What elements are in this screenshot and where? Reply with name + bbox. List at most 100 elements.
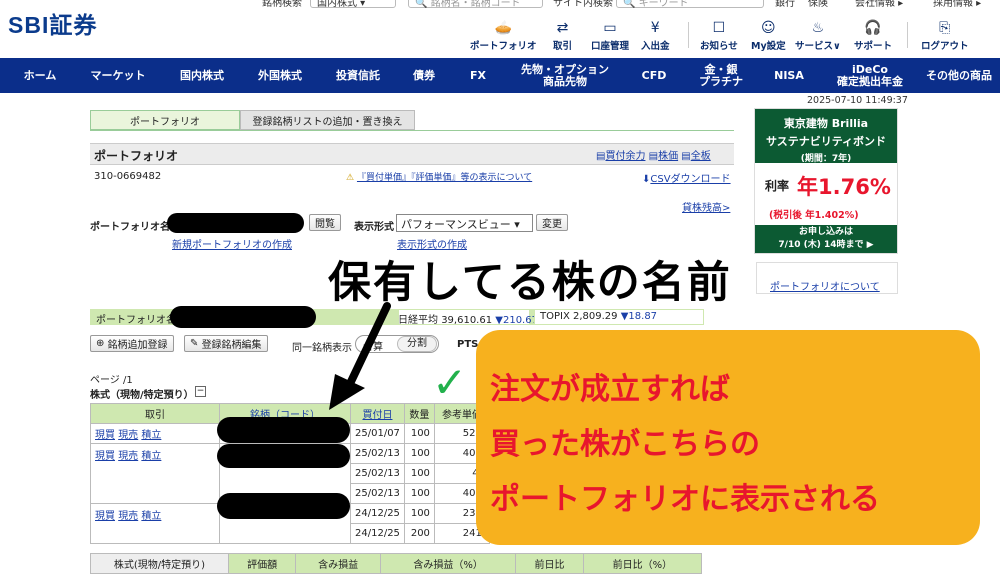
summary-table: 株式(現物/特定預り) 評価額 含み損益 含み損益（%） 前日比 前日比（%） <box>90 553 703 574</box>
display-format-select[interactable]: パフォーマンスビュー ▾ <box>396 214 533 232</box>
insurance-link[interactable]: 保険 <box>808 0 828 9</box>
buy-link[interactable]: 現買 <box>95 451 115 462</box>
nav-domestic-stocks[interactable]: 国内株式 <box>168 58 236 93</box>
summary-col: 含み損益（%） <box>379 553 517 574</box>
tool-label: 口座管理 <box>591 41 630 52</box>
bond-advertisement[interactable]: 東京建物 Brillia サステナビリティボンド (期間：7年) 利率 年1.7… <box>754 108 898 254</box>
nav-fx[interactable]: FX <box>458 58 498 93</box>
buy-date: 24/12/25 <box>350 503 405 524</box>
tab-portfolio[interactable]: ポートフォリオ <box>90 110 240 130</box>
buy-link[interactable]: 現買 <box>95 430 115 441</box>
accumulate-link[interactable]: 積立 <box>141 511 161 522</box>
summary-col: 前日比 <box>515 553 584 574</box>
nav-cfd[interactable]: CFD <box>630 58 678 93</box>
tool-support[interactable]: 🎧 サポート <box>854 20 892 52</box>
col-quantity: 数量 <box>403 403 435 424</box>
tab-add-replace-list[interactable]: 登録銘柄リストの追加・置き換え <box>240 110 415 130</box>
divider <box>688 22 689 48</box>
edit-stocks-button[interactable]: ✎ 登録銘柄編集 <box>184 335 268 352</box>
check-icon: ✓ <box>432 358 468 407</box>
edit-stocks-label: 登録銘柄編集 <box>201 340 262 351</box>
display-format-label: 表示形式 <box>354 222 394 233</box>
about-portfolio-link[interactable]: ポートフォリオについて <box>770 278 880 293</box>
col-trade: 取引 <box>90 403 220 424</box>
user-icon: ☺ <box>761 20 776 36</box>
header-links: ▤買付余力 ▤株価 ▤全板 <box>596 147 711 162</box>
tool-account[interactable]: ▭ 口座管理 <box>591 20 629 52</box>
pie-chart-icon: 🥧 <box>494 20 512 36</box>
tool-my-settings[interactable]: ☺ My設定 <box>751 20 786 52</box>
sbi-logo[interactable]: SBI証券 <box>8 6 97 40</box>
nav-home[interactable]: ホーム <box>10 58 70 93</box>
lending-balance-link[interactable]: 貸株残高> <box>682 199 730 214</box>
tool-services[interactable]: ♨ サービス∨ <box>795 20 841 52</box>
tool-deposit[interactable]: ¥ 入出金 <box>641 20 670 52</box>
chart-icon: ▤ <box>648 151 659 162</box>
nav-futures-options[interactable]: 先物・オプション 商品先物 <box>510 58 620 93</box>
notice-row: ⚠ 『買付単価』『評価単価』等の表示について <box>346 170 532 183</box>
nav-market[interactable]: マーケット <box>82 58 154 93</box>
board-icon: ▤ <box>681 151 691 162</box>
quantity: 100 <box>403 503 435 524</box>
accumulate-link[interactable]: 積立 <box>141 430 161 441</box>
new-portfolio-link[interactable]: 新規ポートフォリオの作成 <box>172 236 292 251</box>
sell-link[interactable]: 現売 <box>118 451 138 462</box>
nav-ideco[interactable]: iDeCo 確定拠出年金 <box>822 58 918 93</box>
summary-col: 評価額 <box>227 553 297 574</box>
bank-link[interactable]: 銀行 <box>775 0 795 9</box>
annotation-box: 注文が成立すれば 買った株がこちらの ポートフォリオに表示される <box>476 330 980 545</box>
add-stock-label: 銘柄追加登録 <box>107 340 168 351</box>
trade-actions: 現買 現売 積立 <box>90 503 220 544</box>
nav-precious-metals[interactable]: 金・銀 プラチナ <box>688 58 754 93</box>
company-info-link[interactable]: 会社情報 ▸ <box>855 0 903 9</box>
site-search-input[interactable]: 🔍 キーワード <box>616 0 764 9</box>
search-category-select[interactable]: 国内株式 ▾ <box>310 0 396 9</box>
buy-link[interactable]: 現買 <box>95 511 115 522</box>
csv-download-link[interactable]: CSVダウンロード <box>650 174 730 185</box>
nav-foreign-stocks[interactable]: 外国株式 <box>246 58 314 93</box>
topix-row: TOPIX 2,809.29 ▼18.87 <box>540 311 657 322</box>
edit-icon: ✎ <box>190 338 202 349</box>
csv-row: ⬇CSVダウンロード <box>642 170 731 185</box>
stock-price-link[interactable]: 株価 <box>658 151 678 162</box>
ad-after-tax: (税引後 年1.402%) <box>769 210 859 221</box>
tool-label: ログアウト <box>921 41 969 52</box>
redacted-portfolio-name-2 <box>170 306 316 328</box>
buying-power-link[interactable]: 買付余力 <box>605 151 645 162</box>
tool-label: サポート <box>854 41 893 52</box>
nav-bonds[interactable]: 債券 <box>404 58 444 93</box>
all-boards-link[interactable]: 全板 <box>691 151 711 162</box>
logout-icon: ⎘ <box>939 20 951 36</box>
ad-line1: 東京建物 Brillia <box>783 117 869 130</box>
redacted-portfolio-name[interactable] <box>167 213 304 233</box>
price-notice-link[interactable]: 『買付単価』『評価単価』等の表示について <box>357 173 532 183</box>
service-icon: ♨ <box>811 20 825 36</box>
nav-mutual-funds[interactable]: 投資信託 <box>324 58 392 93</box>
nav-nisa[interactable]: NISA <box>766 58 812 93</box>
stock-search-input[interactable]: 🔍 銘柄名・銘柄コード <box>408 0 543 9</box>
plus-icon: ⊕ <box>96 338 108 349</box>
tab-underline <box>90 130 734 131</box>
tool-notices[interactable]: ☐ お知らせ <box>700 20 738 52</box>
trade-actions: 現買 現売 積立 <box>90 423 220 444</box>
tool-label: サービス∨ <box>795 41 841 52</box>
ad-rate-label: 利率 <box>765 179 790 193</box>
sell-link[interactable]: 現売 <box>118 511 138 522</box>
browse-button[interactable]: 閲覧 <box>309 214 341 231</box>
nikkei-value: 39,610.61 <box>441 315 493 326</box>
change-button[interactable]: 変更 <box>536 214 568 231</box>
tool-trade[interactable]: ⇄ 取引 <box>553 20 572 52</box>
ad-deadline: 7/10 (木) 14時まで ▶ <box>778 240 874 250</box>
exchange-arrows-icon: ⇄ <box>556 20 569 36</box>
lending-balance-text[interactable]: 貸株残高> <box>682 203 730 214</box>
recruit-link[interactable]: 採用情報 ▸ <box>933 0 981 9</box>
collapse-icon[interactable]: − <box>195 386 206 397</box>
accumulate-link[interactable]: 積立 <box>141 451 161 462</box>
sell-link[interactable]: 現売 <box>118 430 138 441</box>
tool-portfolio[interactable]: 🥧 ポートフォリオ <box>470 20 537 52</box>
add-stock-button[interactable]: ⊕ 銘柄追加登録 <box>90 335 174 352</box>
tool-label: My設定 <box>751 41 786 52</box>
tool-logout[interactable]: ⎘ ログアウト <box>921 20 969 52</box>
nav-other-products[interactable]: その他の商品 <box>926 58 1000 93</box>
summary-header: 株式(現物/特定預り) 評価額 含み損益 含み損益（%） 前日比 前日比（%） <box>90 553 703 574</box>
